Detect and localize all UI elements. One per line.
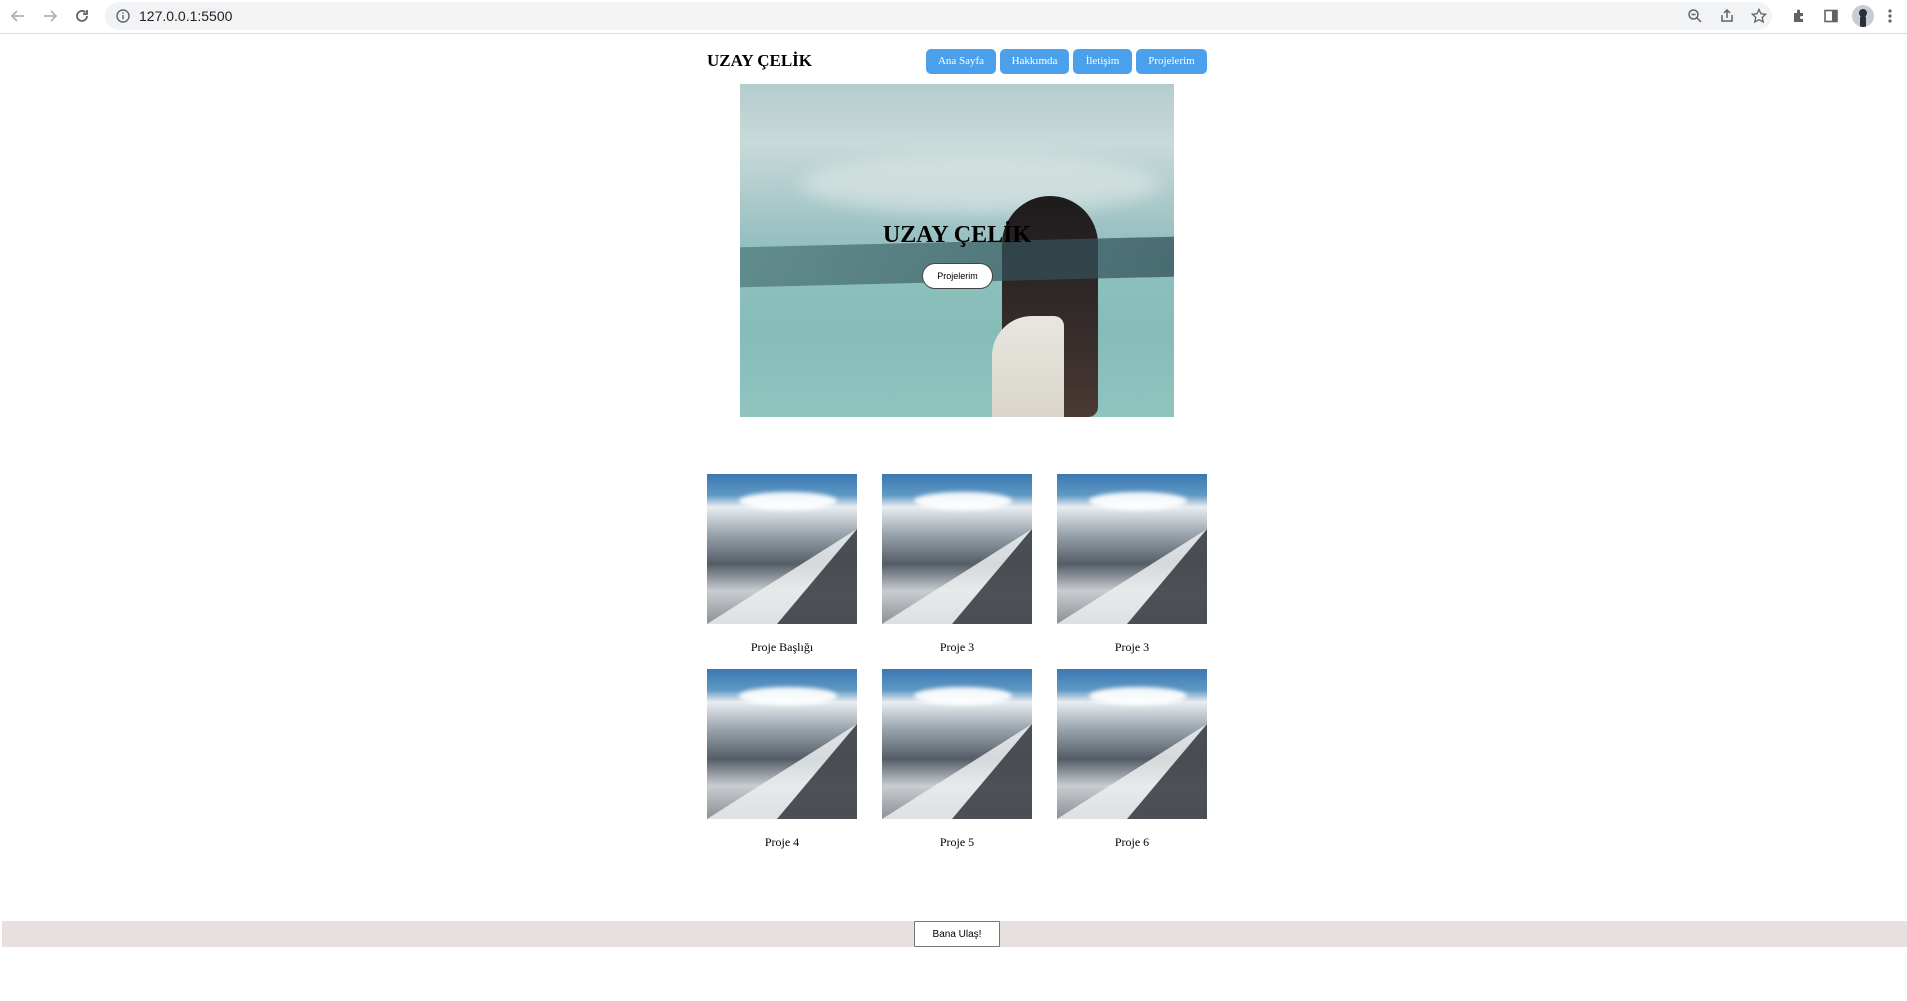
project-image[interactable] xyxy=(1057,474,1207,624)
project-image[interactable] xyxy=(707,669,857,819)
zoom-icon[interactable] xyxy=(1685,6,1705,26)
project-title: Proje 5 xyxy=(939,835,975,849)
nav-contact[interactable]: İletişim xyxy=(1073,49,1132,74)
hero-title: UZAY ÇELİK xyxy=(882,222,1032,248)
nav-about[interactable]: Hakkımda xyxy=(1000,49,1069,74)
contact-me-button[interactable]: Bana Ulaş! xyxy=(914,921,1000,947)
side-panel-icon[interactable] xyxy=(1819,4,1843,28)
site-brand[interactable]: UZAY ÇELİK xyxy=(707,51,812,71)
bookmark-star-icon[interactable] xyxy=(1749,6,1769,26)
project-image[interactable] xyxy=(707,474,857,624)
forward-arrow-icon[interactable] xyxy=(38,4,62,28)
project-image[interactable] xyxy=(882,474,1032,624)
project-title: Proje 3 xyxy=(939,640,975,654)
browser-toolbar: 127.0.0.1:5500 xyxy=(0,0,1907,34)
extensions-icon[interactable] xyxy=(1787,4,1811,28)
url-text[interactable]: 127.0.0.1:5500 xyxy=(139,2,232,30)
profile-avatar[interactable] xyxy=(1852,5,1874,27)
project-title: Proje Başlığı xyxy=(750,640,814,654)
project-title: Proje 4 xyxy=(764,835,800,849)
hero-projects-button[interactable]: Projelerim xyxy=(922,263,993,289)
menu-kebab-icon[interactable] xyxy=(1878,4,1902,28)
back-arrow-icon[interactable] xyxy=(6,4,30,28)
nav-projects[interactable]: Projelerim xyxy=(1136,49,1207,74)
nav-home[interactable]: Ana Sayfa xyxy=(926,49,996,74)
reload-icon[interactable] xyxy=(70,4,94,28)
share-icon[interactable] xyxy=(1717,6,1737,26)
project-title: Proje 6 xyxy=(1114,835,1150,849)
hero-image xyxy=(740,84,1174,417)
project-title: Proje 3 xyxy=(1114,640,1150,654)
project-image[interactable] xyxy=(882,669,1032,819)
site-info-icon[interactable] xyxy=(115,8,131,24)
project-image[interactable] xyxy=(1057,669,1207,819)
address-bar[interactable]: 127.0.0.1:5500 xyxy=(105,2,1772,30)
